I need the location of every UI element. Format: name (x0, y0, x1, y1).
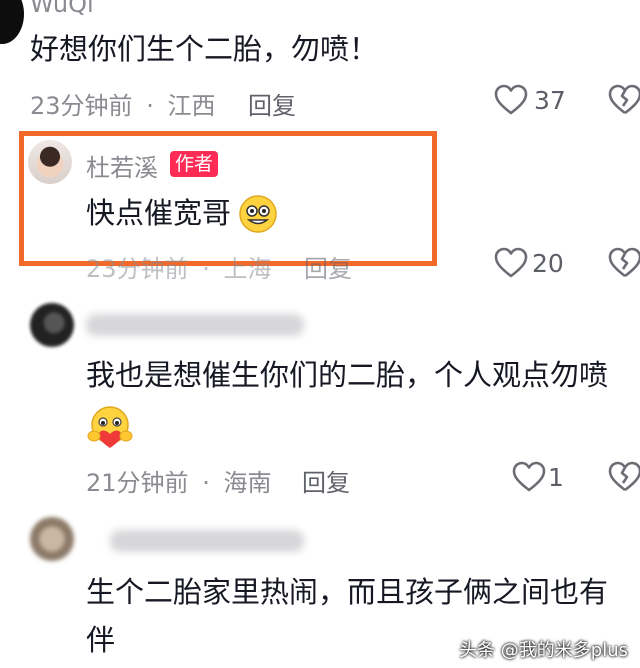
dislike-icon[interactable] (608, 247, 640, 279)
comment-text: 好想你们生个二胎，勿喷！ (30, 32, 379, 66)
like-icon[interactable] (494, 247, 528, 279)
like-icon[interactable] (494, 84, 528, 116)
avatar[interactable] (30, 303, 74, 347)
comment-meta: 21分钟前 · 海南 (86, 463, 271, 498)
author-badge: 作者 (170, 151, 219, 177)
avatar[interactable] (28, 140, 72, 184)
avatar[interactable] (0, 0, 24, 44)
reply-button[interactable]: 回复 (302, 463, 350, 498)
like-icon[interactable] (512, 461, 546, 493)
comment-time: 23分钟前 (86, 255, 189, 283)
avatar[interactable] (30, 517, 74, 561)
comment-meta: 23分钟前 · 江西 (30, 86, 215, 121)
meta-dot: · (202, 469, 210, 497)
comment-meta: 23分钟前 · 上海 (86, 249, 271, 284)
dislike-icon[interactable] (608, 461, 640, 493)
comment-time: 23分钟前 (30, 92, 133, 120)
comment-text: 生个二胎家里热闹，而且孩子俩之间也有 (86, 575, 609, 609)
comment-username[interactable]: 杜若溪 (86, 148, 158, 183)
heart-hug-emoji-icon (86, 404, 134, 450)
reply-button[interactable]: 回复 (248, 86, 296, 121)
reply-button[interactable]: 回复 (304, 249, 352, 284)
comment-location: 海南 (223, 469, 272, 497)
blurred-username[interactable] (110, 530, 304, 552)
comment-text: 快点催宽哥 (86, 196, 232, 230)
comment-text-continued: 伴 (86, 623, 116, 657)
comment-location: 上海 (223, 255, 272, 283)
like-count: 1 (548, 463, 564, 492)
grinning-emoji-icon (238, 194, 278, 234)
comment-time: 21分钟前 (86, 469, 189, 497)
comment-location: 江西 (167, 92, 216, 120)
comment-text: 我也是想催生你们的二胎，个人观点勿喷 (86, 358, 609, 392)
meta-dot: · (146, 92, 154, 120)
meta-dot: · (202, 255, 210, 283)
comment-username[interactable]: WuQi (30, 0, 94, 18)
dislike-icon[interactable] (608, 84, 640, 116)
blurred-username[interactable] (86, 314, 304, 336)
like-count: 20 (532, 249, 564, 278)
like-count: 37 (534, 86, 566, 115)
watermark: 头条 @我的米多plus (459, 640, 628, 661)
